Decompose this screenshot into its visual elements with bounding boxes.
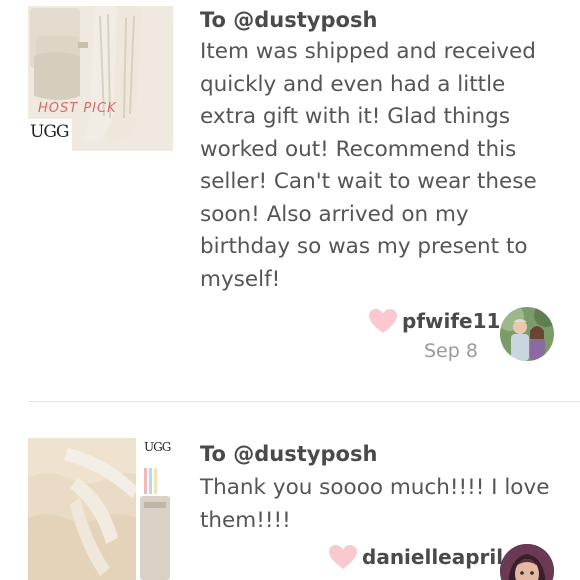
- ugg-socks-photo: [28, 438, 173, 580]
- reviewer-username[interactable]: pfwife11: [402, 309, 500, 333]
- product-thumbnail[interactable]: UGG: [28, 438, 173, 580]
- heart-icon[interactable]: [368, 308, 398, 338]
- review-text: Thank you soooo much!!!! I love them!!!!: [200, 475, 550, 533]
- review-recipient: To @dustyposh: [200, 442, 378, 466]
- review-text: Item was shipped and received quickly an…: [200, 39, 537, 292]
- avatar[interactable]: [500, 544, 554, 580]
- review-item: UGG To @dustyposh Thank you soooo much!!…: [0, 400, 580, 580]
- brand-logo: UGG: [30, 122, 69, 142]
- review-recipient: To @dustyposh: [200, 8, 378, 32]
- reviewer-username[interactable]: danielleapril: [362, 545, 503, 569]
- product-thumbnail[interactable]: UGG HOST PICK: [28, 6, 173, 151]
- heart-icon[interactable]: [328, 544, 358, 574]
- brand-logo: UGG: [144, 440, 171, 454]
- avatar[interactable]: [500, 307, 554, 361]
- review-item: UGG HOST PICK To @dustyposh Item was shi…: [0, 0, 580, 400]
- review-date: Sep 8: [424, 340, 478, 362]
- host-pick-badge: HOST PICK: [38, 101, 117, 116]
